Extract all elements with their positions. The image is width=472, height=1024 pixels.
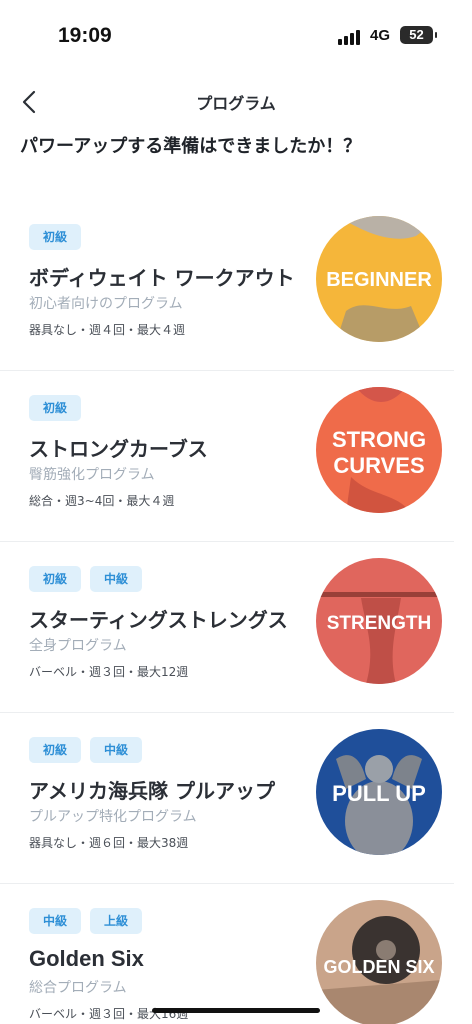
level-tag: 初級 bbox=[29, 224, 82, 250]
program-title: Golden Six bbox=[29, 946, 144, 971]
program-title: ストロングカーブス bbox=[29, 437, 208, 461]
program-title: アメリカ海兵隊 プルアップ bbox=[29, 779, 275, 803]
program-meta: 器具なし・週４回・最大４週 bbox=[29, 323, 186, 337]
program-list: 初級 ボディウェイト ワークアウト 初心者向けのプログラム 器具なし・週４回・最… bbox=[0, 200, 472, 1024]
thumbnail-label-line-2: CURVES bbox=[333, 453, 424, 478]
level-tag: 中級 bbox=[90, 737, 143, 763]
level-tag: 上級 bbox=[90, 908, 143, 934]
battery-icon: 52 bbox=[400, 26, 437, 44]
program-title: ボディウェイト ワークアウト bbox=[29, 266, 295, 290]
program-subtitle: 総合プログラム bbox=[29, 980, 127, 996]
tag-list: 初級 bbox=[29, 395, 82, 421]
thumbnail-label: BEGINNER bbox=[326, 269, 432, 291]
thumbnail-label-line-1: STRONG bbox=[332, 427, 426, 452]
level-tag: 初級 bbox=[29, 395, 82, 421]
program-thumbnail: PULL UP bbox=[316, 729, 442, 855]
level-tag: 初級 bbox=[29, 737, 82, 763]
tag-list: 中級 上級 bbox=[29, 908, 143, 934]
program-card-bodyweight[interactable]: 初級 ボディウェイト ワークアウト 初心者向けのプログラム 器具なし・週４回・最… bbox=[0, 200, 454, 371]
tag-list: 初級 中級 bbox=[29, 737, 143, 763]
signal-icon bbox=[338, 30, 360, 45]
level-tag: 中級 bbox=[90, 566, 143, 592]
program-subtitle: 臀筋強化プログラム bbox=[29, 467, 155, 483]
program-card-golden-six[interactable]: 中級 上級 Golden Six 総合プログラム バーベル・週３回・最大16週 … bbox=[0, 884, 454, 1024]
tag-list: 初級 bbox=[29, 224, 82, 250]
program-thumbnail: BEGINNER bbox=[316, 216, 442, 342]
level-tag: 初級 bbox=[29, 566, 82, 592]
program-meta: 器具なし・週６回・最大38週 bbox=[29, 836, 189, 850]
program-subtitle: プルアップ特化プログラム bbox=[29, 809, 197, 825]
page-title: プログラム bbox=[196, 94, 276, 113]
program-title: スターティングストレングス bbox=[29, 608, 288, 632]
program-thumbnail: STRONG CURVES bbox=[316, 387, 442, 513]
program-thumbnail: GOLDEN SIX bbox=[316, 900, 442, 1024]
thumbnail-label: STRENGTH bbox=[327, 613, 432, 634]
nav-bar: プログラム bbox=[0, 82, 472, 122]
battery-level: 52 bbox=[409, 27, 424, 42]
program-subtitle: 初心者向けのプログラム bbox=[29, 296, 183, 312]
program-thumbnail: STRENGTH bbox=[316, 558, 442, 684]
program-card-strong-curves[interactable]: 初級 ストロングカーブス 臀筋強化プログラム 総合・週3~4回・最大４週 STR… bbox=[0, 371, 454, 542]
program-meta: 総合・週3~4回・最大４週 bbox=[29, 494, 175, 508]
status-time: 19:09 bbox=[58, 24, 112, 47]
thumbnail-label: GOLDEN SIX bbox=[323, 957, 434, 977]
headline: パワーアップする準備はできましたか！？ bbox=[20, 136, 362, 157]
program-card-usmc-pullup[interactable]: 初級 中級 アメリカ海兵隊 プルアップ プルアップ特化プログラム 器具なし・週６… bbox=[0, 713, 454, 884]
program-meta: バーベル・週３回・最大12週 bbox=[29, 665, 189, 679]
program-subtitle: 全身プログラム bbox=[29, 638, 127, 654]
status-bar: 19:09 4G 52 bbox=[0, 0, 472, 70]
program-card-starting-strength[interactable]: 初級 中級 スターティングストレングス 全身プログラム バーベル・週３回・最大1… bbox=[0, 542, 454, 713]
level-tag: 中級 bbox=[29, 908, 82, 934]
thumbnail-label: PULL UP bbox=[332, 781, 426, 806]
home-indicator bbox=[152, 1008, 320, 1013]
network-type: 4G bbox=[370, 27, 391, 44]
tag-list: 初級 中級 bbox=[29, 566, 143, 592]
